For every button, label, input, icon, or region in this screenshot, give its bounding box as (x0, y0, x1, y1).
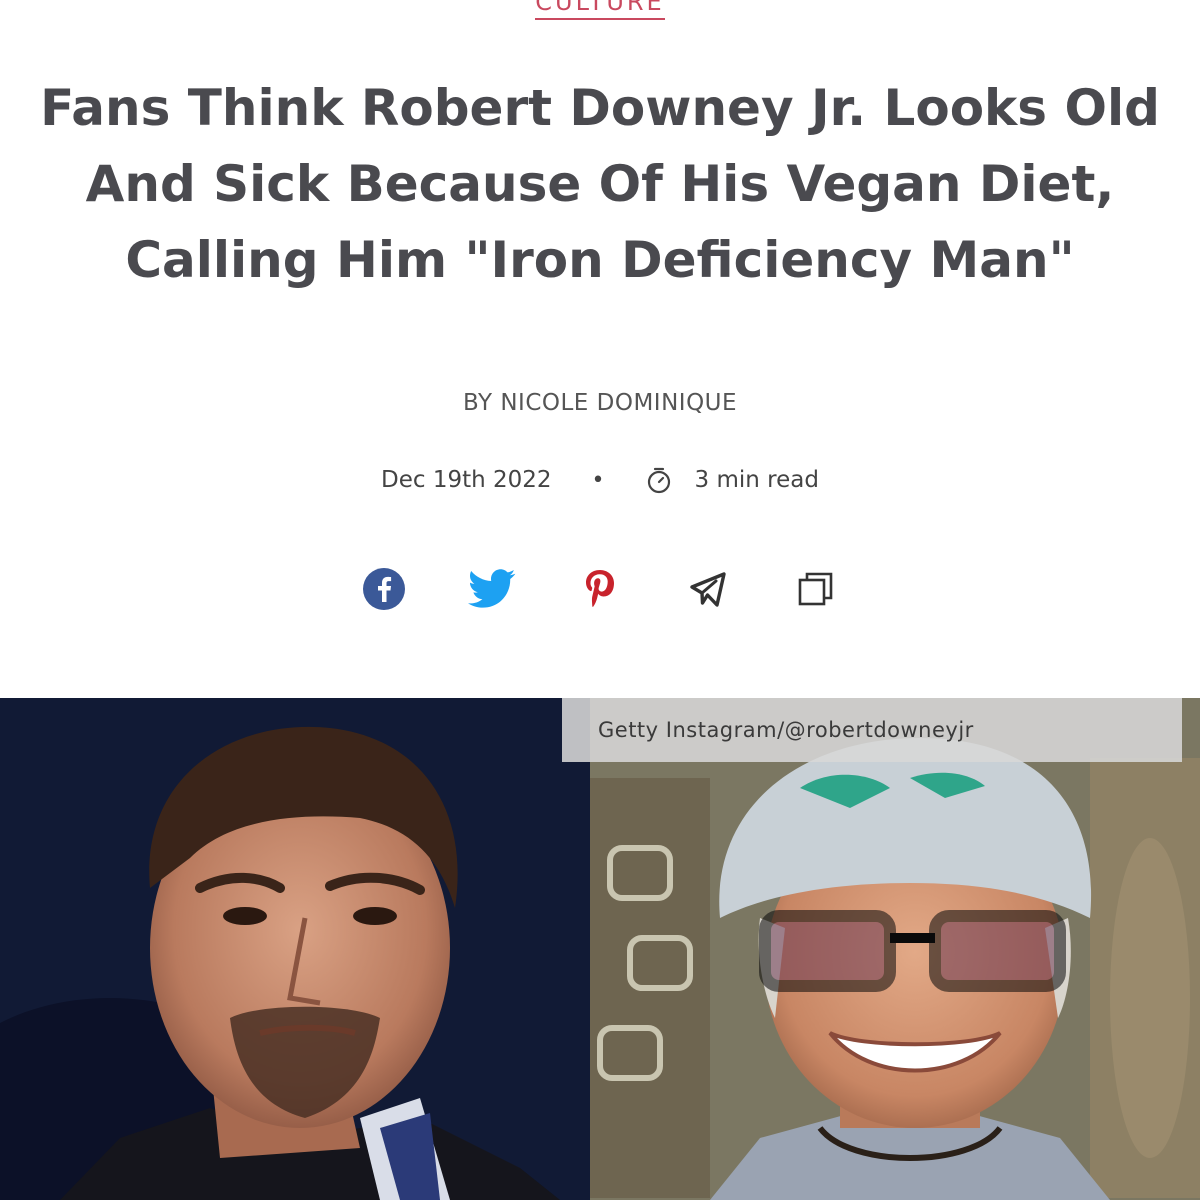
read-time: 3 min read (694, 467, 819, 493)
copy-link-icon[interactable] (792, 565, 840, 613)
article-page: CULTURE Fans Think Robert Downey Jr. Loo… (0, 0, 1200, 1200)
share-bar (0, 565, 1200, 613)
twitter-icon[interactable] (468, 565, 516, 613)
publish-date: Dec 19th 2022 (381, 467, 552, 493)
article-headline: Fans Think Robert Downey Jr. Looks Old A… (40, 79, 1160, 289)
article-meta: Dec 19th 2022 • 3 min read (0, 466, 1200, 494)
facebook-icon[interactable] (360, 565, 408, 613)
category-label-wrap: CULTURE (0, 0, 1200, 20)
photo-right (590, 698, 1200, 1200)
meta-separator: • (591, 467, 605, 493)
article-hero-image: Getty Instagram/@robertdowneyjr (0, 698, 1200, 1200)
telegram-icon[interactable] (684, 565, 732, 613)
author-byline[interactable]: BY NICOLE DOMINIQUE (0, 390, 1200, 416)
image-caption: Getty Instagram/@robertdowneyjr (562, 698, 1182, 762)
pinterest-icon[interactable] (576, 565, 624, 613)
photo-left (0, 698, 590, 1200)
category-link[interactable]: CULTURE (535, 0, 665, 20)
stopwatch-icon (645, 466, 673, 494)
